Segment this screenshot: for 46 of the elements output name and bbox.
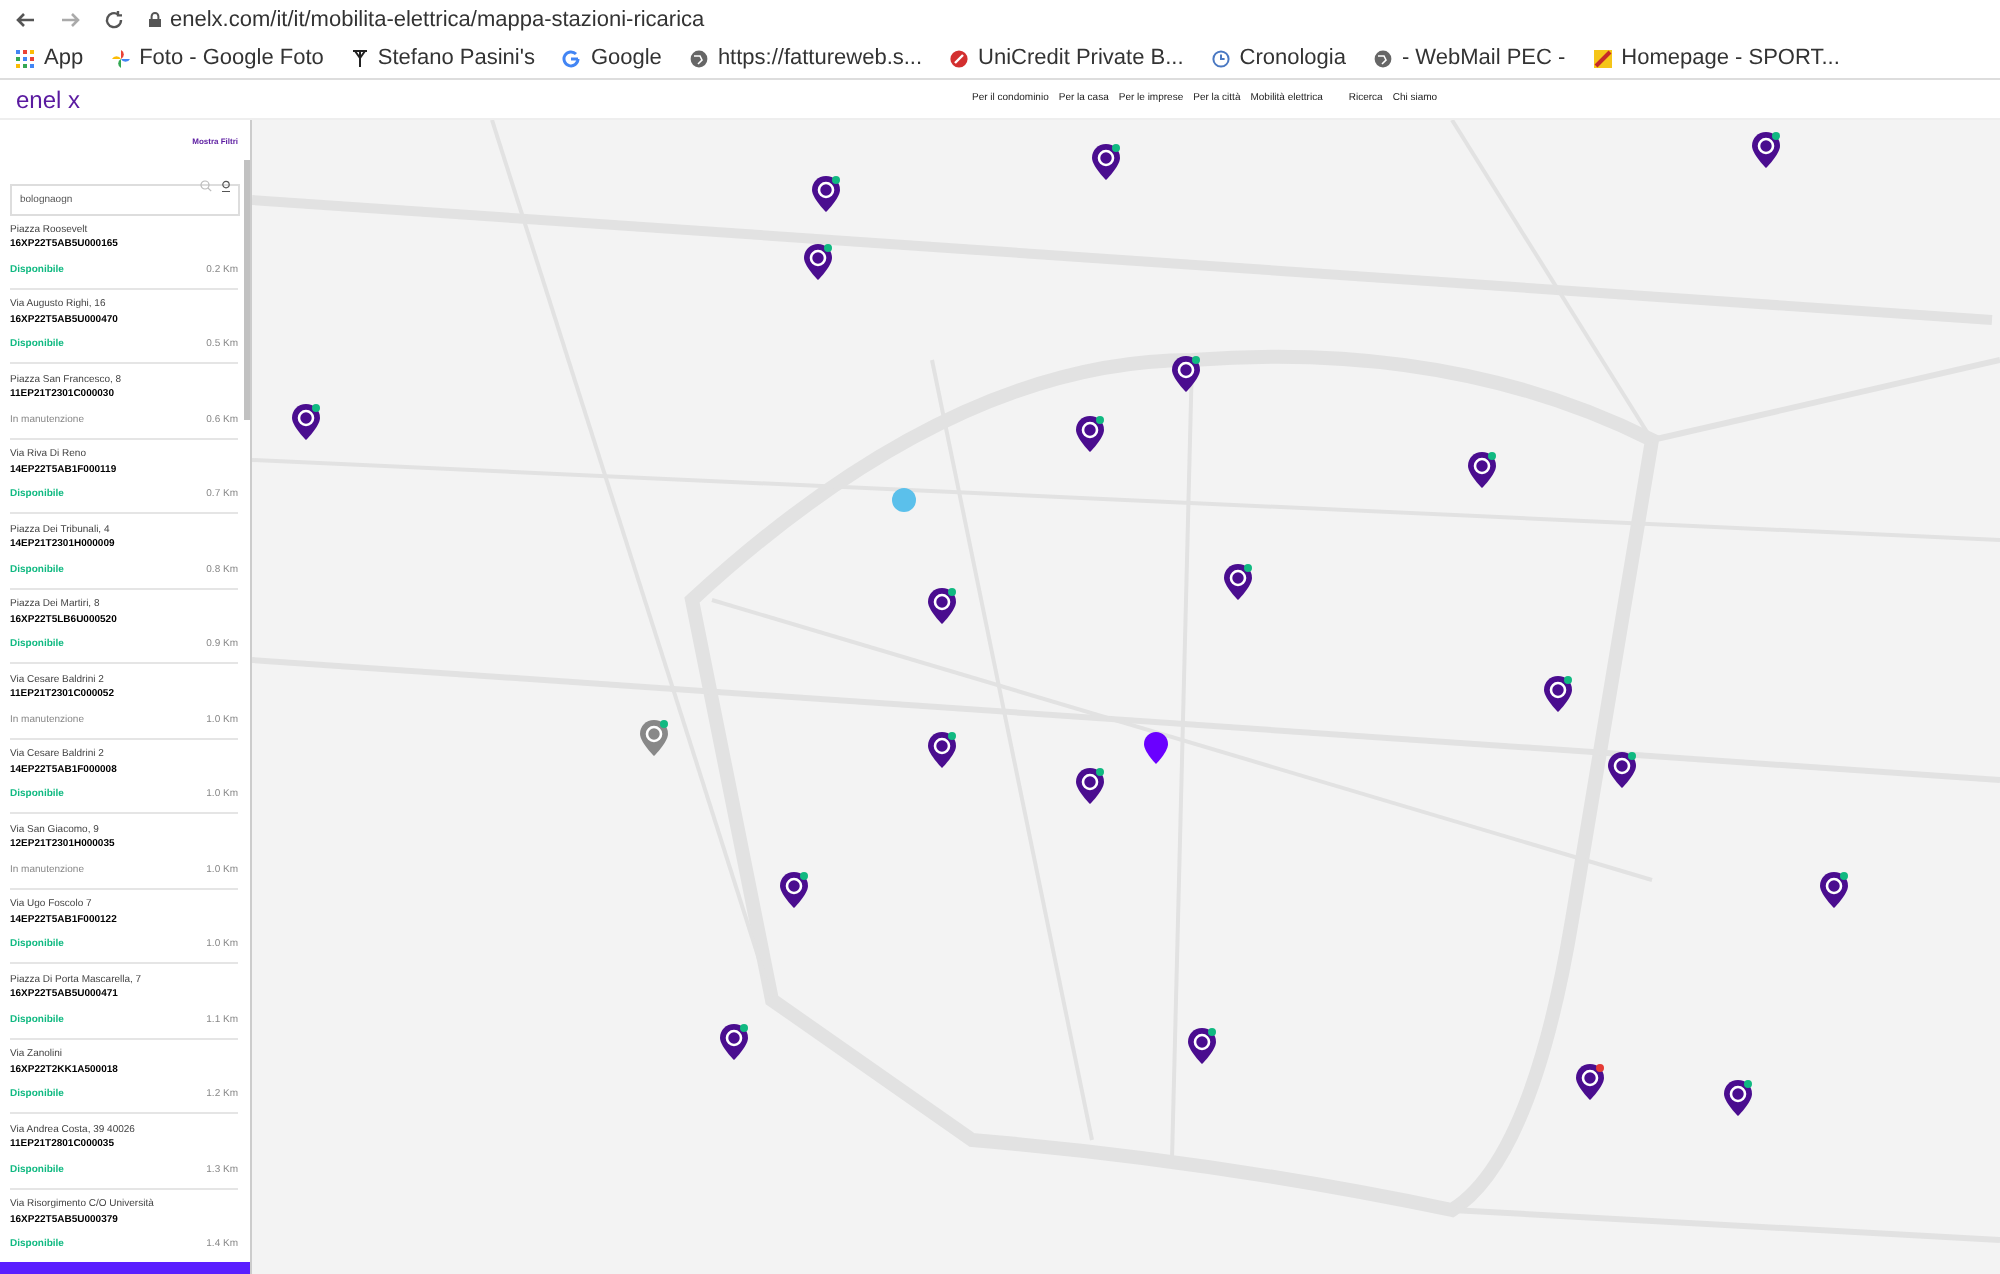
bookmark-link[interactable]: Google [590,42,662,76]
globe-icon [689,50,708,68]
charging-pin-icon[interactable] [780,872,808,908]
reload-icon[interactable] [104,10,124,30]
charging-pin-icon[interactable] [1172,356,1200,392]
charging-pin-icon[interactable] [1724,1080,1752,1116]
charging-pin-icon[interactable] [1224,564,1252,600]
location-icon[interactable] [220,180,232,192]
globe-icon [1373,50,1392,68]
charging-pin-icon[interactable] [1076,416,1104,452]
scrollbar[interactable] [244,160,250,420]
charging-pin-icon[interactable] [1608,752,1636,788]
bookmark-link[interactable]: Foto - Google Foto [139,42,324,76]
charging-pin-icon[interactable] [1544,676,1572,712]
bookmark-link[interactable]: App [44,42,84,76]
g-logo-icon [562,50,581,68]
bookmark-link[interactable]: https://fattureweb.s... [717,42,923,76]
antenna-icon [351,50,368,68]
bookmark-link[interactable]: Homepage - SPORT... [1621,42,1840,76]
charging-pin-icon[interactable] [1188,1028,1216,1064]
enel-x-logo[interactable]: enel x [16,81,716,117]
location-pin-icon [1144,732,1168,764]
flag-icon [1593,50,1612,68]
charging-pin-icon[interactable] [812,176,840,212]
bookmark-link[interactable]: Cronologia [1239,42,1346,76]
charging-pin-icon[interactable] [928,732,956,768]
charging-pin-icon[interactable] [1752,132,1780,168]
pinwheel-icon [111,50,130,68]
charging-pin-icon[interactable] [928,588,956,624]
bookmark-link[interactable]: Stefano Pasini's [377,42,535,76]
lock-icon [148,12,162,28]
address-bar-url[interactable]: enelx.com/it/it/mobilita-elettrica/mappa-stazioni-ricarica [170,3,705,37]
bookmark-link[interactable]: - WebMail PEC - [1401,42,1566,76]
charging-pin-icon[interactable] [1820,872,1848,908]
charging-pin-icon[interactable] [720,1024,748,1060]
charging-pin-icon[interactable] [1576,1064,1604,1100]
slashed-circle-icon [950,50,969,68]
charging-pin-icon[interactable] [292,404,320,440]
charging-pin-icon[interactable] [804,244,832,280]
clock-icon [1211,50,1230,68]
bookmark-link[interactable]: UniCredit Private B... [978,42,1184,76]
back-icon[interactable] [16,10,36,30]
charging-pin-icon[interactable] [1468,452,1496,488]
apps-grid-icon [16,50,34,68]
charging-pin-icon[interactable] [1076,768,1104,804]
charging-pin-icon[interactable] [1092,144,1120,180]
